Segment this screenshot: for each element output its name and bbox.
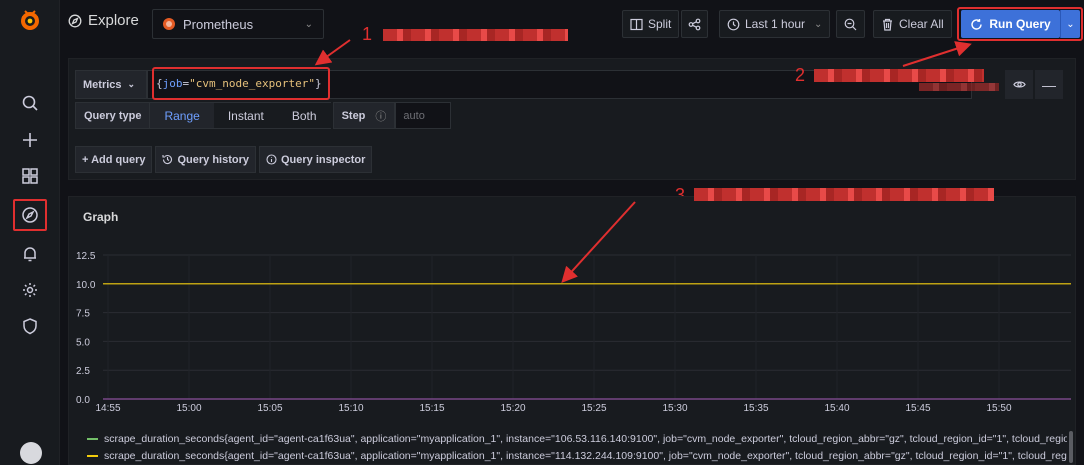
- clear-all-label: Clear All: [899, 17, 944, 31]
- query-actions-row: + Add query Query history Query inspecto…: [75, 146, 373, 173]
- redacted-annotation-text: [919, 83, 999, 91]
- run-query-button[interactable]: Run Query: [961, 10, 1060, 38]
- chevron-down-icon: ⌄: [814, 18, 823, 30]
- share-icon: [688, 18, 701, 30]
- redacted-annotation-text: [814, 69, 984, 82]
- graph-panel: Graph 0.0 2.5 5.0 7.5 10.0 12.5 14:55 15:00 15:0…: [68, 196, 1076, 465]
- y-tick-label: 10.0: [76, 280, 96, 291]
- refresh-icon: [971, 18, 983, 30]
- time-range-label: Last 1 hour: [745, 17, 806, 31]
- x-tick-label: 15:25: [581, 403, 606, 414]
- query-type-both[interactable]: Both: [277, 102, 331, 129]
- datasource-name: Prometheus: [183, 16, 254, 32]
- redacted-annotation-text: [383, 29, 568, 41]
- info-circle-icon: [266, 154, 277, 165]
- explore-icon[interactable]: [13, 199, 47, 231]
- sidebar: [0, 0, 60, 465]
- time-range-picker[interactable]: Last 1 hour ⌄: [719, 10, 831, 38]
- x-tick-label: 15:40: [824, 403, 849, 414]
- x-tick-label: 15:35: [743, 403, 768, 414]
- x-tick-label: 15:45: [905, 403, 930, 414]
- graph-chart[interactable]: 0.0 2.5 5.0 7.5 10.0 12.5 14:55 15:00 15:05 15:10…: [69, 237, 1075, 417]
- legend-item[interactable]: scrape_duration_seconds{agent_id="agent-…: [87, 430, 1067, 447]
- query-history-button[interactable]: Query history: [155, 146, 256, 173]
- zoom-out-icon: [844, 18, 857, 30]
- compass-icon: [68, 14, 82, 27]
- hide-query-button[interactable]: [1005, 70, 1033, 99]
- run-query-label: Run Query: [989, 17, 1051, 31]
- chevron-down-icon: ⌄: [1066, 18, 1075, 30]
- legend-item[interactable]: scrape_duration_seconds{agent_id="agent-…: [87, 447, 1067, 464]
- metrics-browser-button[interactable]: Metrics ⌄: [75, 70, 147, 99]
- step-label: Step ⓘ: [332, 102, 396, 129]
- clear-all-button[interactable]: Clear All: [873, 10, 952, 38]
- split-label: Split: [648, 17, 672, 31]
- query-type-range[interactable]: Range: [150, 102, 214, 129]
- split-button[interactable]: Split: [622, 10, 680, 38]
- y-tick-label: 7.5: [76, 309, 90, 320]
- chevron-down-icon: ⌄: [304, 18, 313, 30]
- legend-swatch: [87, 454, 98, 457]
- y-tick-label: 0.0: [76, 395, 90, 406]
- explore-title-text: Explore: [88, 12, 139, 29]
- query-editor: Metrics ⌄ {job="cvm_node_exporter"} 2 — …: [68, 58, 1076, 180]
- topbar: Explore Prometheus ⌄ 1 Split Last 1 hour…: [60, 0, 1084, 50]
- graph-legend: scrape_duration_seconds{agent_id="agent-…: [87, 430, 1067, 464]
- query-options-row: Query type Range Instant Both Step ⓘ aut…: [75, 102, 452, 129]
- step-label-text: Step: [341, 109, 366, 122]
- minus-icon: —: [1042, 76, 1056, 93]
- prometheus-icon: [163, 18, 175, 30]
- x-tick-label: 15:15: [419, 403, 444, 414]
- zoom-out-button[interactable]: [836, 10, 865, 38]
- redacted-annotation-text: [694, 188, 994, 201]
- query-inspector-label: Query inspector: [281, 153, 366, 166]
- search-icon[interactable]: [18, 91, 42, 115]
- legend-swatch: [87, 437, 98, 440]
- annotation-1: 1: [362, 24, 373, 44]
- x-tick-label: 15:00: [176, 403, 201, 414]
- clock-icon: [727, 18, 740, 30]
- add-query-button[interactable]: + Add query: [75, 146, 153, 173]
- y-tick-label: 12.5: [76, 251, 96, 262]
- y-tick-label: 5.0: [76, 337, 90, 348]
- x-tick-label: 15:30: [662, 403, 687, 414]
- share-button[interactable]: [681, 10, 708, 38]
- plus-icon[interactable]: [18, 128, 42, 152]
- add-query-label: + Add query: [82, 153, 146, 166]
- x-tick-label: 14:55: [95, 403, 120, 414]
- query-type-instant[interactable]: Instant: [213, 102, 278, 129]
- graph-title: Graph: [83, 210, 119, 224]
- query-history-label: Query history: [177, 153, 249, 166]
- eye-icon: [1012, 81, 1026, 88]
- grafana-logo[interactable]: [19, 8, 41, 32]
- bell-icon[interactable]: [18, 242, 42, 266]
- page-title: Explore: [68, 12, 139, 29]
- query-inspector-button[interactable]: Query inspector: [259, 146, 373, 173]
- info-icon[interactable]: ⓘ: [375, 108, 386, 124]
- annotation-highlight-query: [152, 67, 330, 100]
- split-icon: [630, 18, 643, 30]
- step-input[interactable]: auto: [395, 102, 452, 129]
- avatar[interactable]: [20, 442, 42, 464]
- annotation-2: 2: [795, 65, 806, 85]
- history-icon: [162, 155, 173, 165]
- legend-scrollbar[interactable]: [1069, 431, 1073, 463]
- datasource-picker[interactable]: Prometheus ⌄: [152, 9, 324, 39]
- dashboards-icon[interactable]: [18, 164, 42, 188]
- run-query-dropdown[interactable]: ⌄: [1060, 10, 1080, 38]
- query-type-label: Query type: [75, 102, 151, 129]
- remove-query-button[interactable]: —: [1035, 70, 1063, 99]
- legend-label: scrape_duration_seconds{agent_id="agent-…: [104, 449, 1067, 462]
- legend-label: scrape_duration_seconds{agent_id="agent-…: [104, 432, 1067, 445]
- x-tick-label: 15:50: [986, 403, 1011, 414]
- y-tick-label: 2.5: [76, 366, 90, 377]
- shield-icon[interactable]: [18, 314, 42, 338]
- chevron-down-icon: ⌄: [127, 79, 136, 89]
- x-tick-label: 15:20: [500, 403, 525, 414]
- x-tick-label: 15:05: [257, 403, 282, 414]
- trash-icon: [883, 18, 892, 31]
- gear-icon[interactable]: [18, 278, 42, 302]
- metrics-label: Metrics: [83, 78, 122, 91]
- x-tick-label: 15:10: [338, 403, 363, 414]
